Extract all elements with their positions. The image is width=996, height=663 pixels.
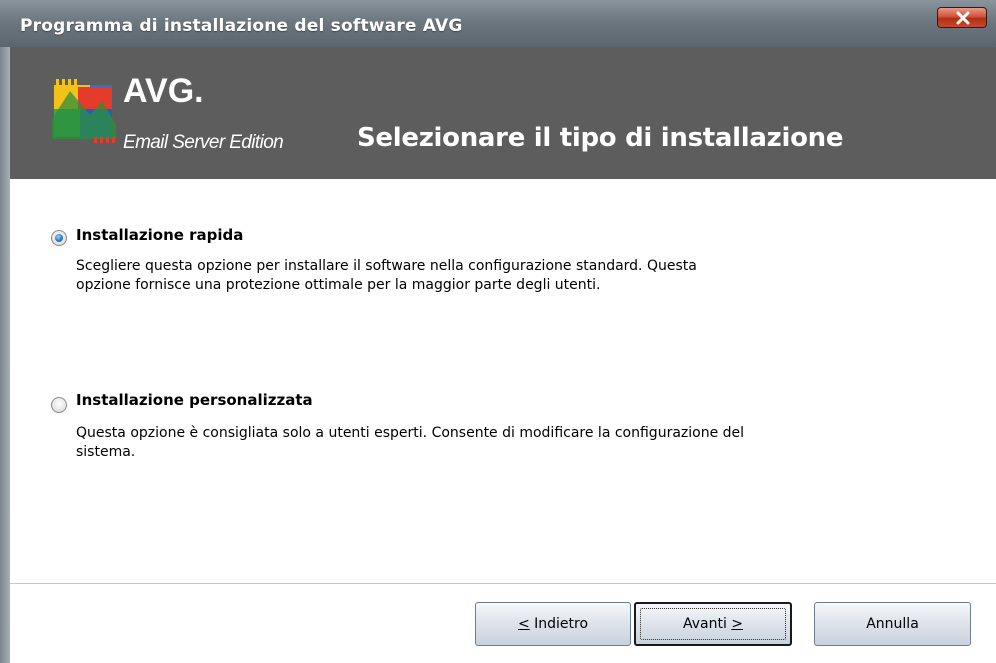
- title-bar: Programma di installazione del software …: [0, 0, 996, 47]
- window-title: Programma di installazione del software …: [20, 16, 463, 36]
- option-custom-description: Questa opzione è consigliata solo a uten…: [76, 425, 745, 460]
- window-frame: [0, 47, 10, 663]
- close-button[interactable]: [937, 7, 987, 28]
- cancel-button-label: Annulla: [866, 616, 919, 632]
- close-icon: [956, 11, 970, 25]
- radio-quick-install[interactable]: [51, 230, 67, 246]
- logo-brand: AVG.: [123, 72, 204, 110]
- logo-edition: Email Server Edition: [123, 132, 284, 153]
- radio-custom-install[interactable]: [51, 397, 67, 413]
- back-button[interactable]: < Indietro: [475, 602, 631, 646]
- wizard-header: AVG. Email Server Edition Selezionare il…: [10, 47, 996, 179]
- back-accelerator: <: [517, 616, 530, 632]
- option-custom-label[interactable]: Installazione personalizzata: [76, 391, 313, 409]
- next-button-label: Avanti: [682, 616, 732, 632]
- option-quick-label[interactable]: Installazione rapida: [76, 226, 243, 244]
- page-title: Selezionare il tipo di installazione: [357, 123, 844, 153]
- cancel-button[interactable]: Annulla: [814, 602, 971, 646]
- back-button-label: Indietro: [529, 616, 589, 632]
- next-button[interactable]: Avanti >: [634, 602, 792, 646]
- option-quick-description: Scegliere questa opzione per installare …: [76, 258, 697, 293]
- footer-divider: [10, 583, 996, 584]
- avg-logo-icon: [52, 79, 116, 143]
- next-accelerator: >: [731, 616, 744, 632]
